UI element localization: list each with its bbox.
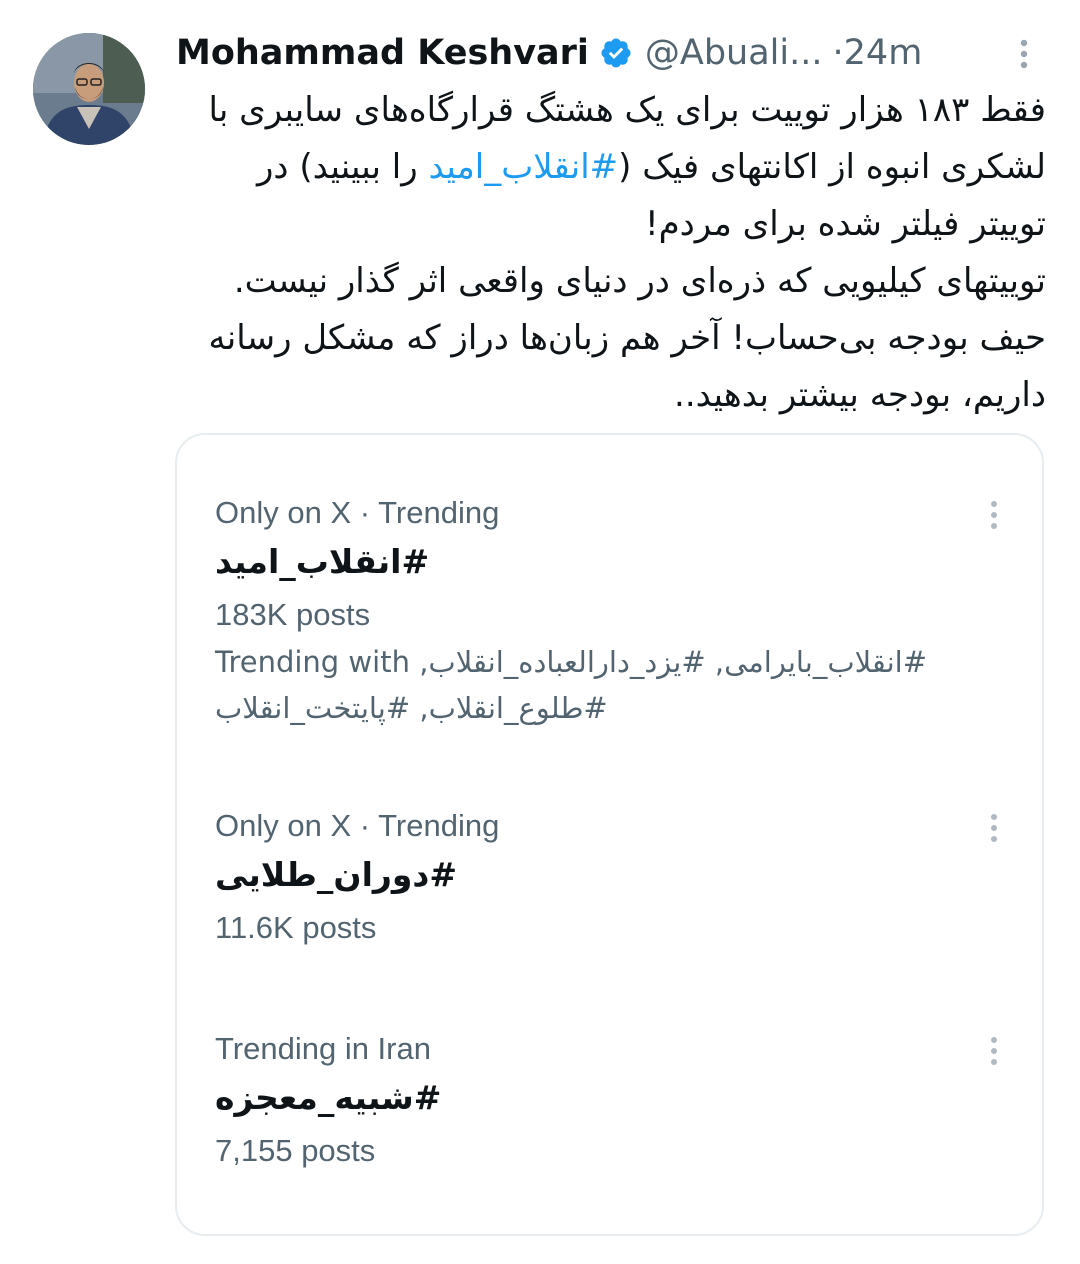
hashtag-link[interactable]: #انقلاب_امید — [428, 147, 618, 187]
tweet-line-6: داریم، بودجه بیشتر بدهید.. — [674, 375, 1046, 415]
trend-more-icon[interactable] — [982, 495, 1006, 535]
trend-post-count: 7,155 posts — [215, 1133, 376, 1168]
tweet-timestamp[interactable]: 24m — [844, 33, 923, 73]
tweet-line-2: لشکری انبوه از اکانتهای فیک (#انقلاب_امی… — [178, 139, 1046, 196]
author-avatar[interactable] — [33, 33, 145, 145]
trending-with-tags-1[interactable]: #انقلاب_بایرامی, #یزد_دارالعباده_انقلاب, — [419, 645, 927, 679]
trending-with-label: Trending with — [215, 645, 410, 679]
tweet-line-2-end: را ببینید) در — [257, 147, 429, 187]
verified-badge-icon — [599, 36, 633, 70]
tweet-body: فقط ۱۸۳ هزار توییت برای یک هشتگ قرارگاه‌… — [178, 82, 1046, 424]
trends-card: Only on X · Trending #انقلاب_امید 183K p… — [175, 433, 1044, 1236]
trend-post-count: 183K posts — [215, 597, 371, 632]
trend-item[interactable]: Only on X · Trending #انقلاب_امید 183K p… — [215, 493, 1015, 731]
tweet-header: Mohammad Keshvari @Abuali... · 24m — [176, 28, 1046, 78]
trend-more-icon[interactable] — [982, 808, 1006, 848]
trend-more-icon[interactable] — [982, 1031, 1006, 1071]
separator-dot: · — [832, 33, 844, 73]
tweet-line-1: فقط ۱۸۳ هزار توییت برای یک هشتگ قرارگاه‌… — [208, 90, 1046, 130]
trend-item[interactable]: Only on X · Trending #دوران_طلایی 11.6K … — [215, 806, 1015, 952]
tweet-line-5: حیف بودجه بی‌حساب! آخر هم زبان‌ها دراز ک… — [208, 318, 1046, 358]
trending-with-line-2: #طلوع_انقلاب, #پایتخت_انقلاب — [215, 685, 1015, 731]
tweet-line-3: توییتر فیلتر شده برای مردم! — [644, 204, 1046, 244]
trend-post-count: 11.6K posts — [215, 910, 377, 945]
trend-meta: Only on X · Trending — [215, 808, 500, 843]
trend-hashtag: #شبیه_معجزه — [215, 1078, 442, 1117]
more-options-icon[interactable] — [1010, 36, 1038, 72]
trending-with: Trending with #انقلاب_بایرامی, #یزد_دارا… — [215, 639, 1015, 685]
trend-meta: Only on X · Trending — [215, 495, 500, 530]
trending-with-tags-2[interactable]: #طلوع_انقلاب, #پایتخت_انقلاب — [215, 691, 608, 725]
tweet-line-2-start: لشکری انبوه از اکانتهای فیک ( — [618, 147, 1046, 187]
author-handle[interactable]: @Abuali... — [645, 33, 823, 73]
trend-hashtag: #انقلاب_امید — [215, 542, 430, 581]
trend-item[interactable]: Trending in Iran #شبیه_معجزه 7,155 posts — [215, 1029, 1015, 1175]
tweet-line-4: توییتهای کیلیویی که ذره‌ای در دنیای واقع… — [233, 261, 1046, 301]
author-name[interactable]: Mohammad Keshvari — [176, 33, 589, 73]
trend-meta: Trending in Iran — [215, 1031, 431, 1066]
trend-hashtag: #دوران_طلایی — [215, 855, 457, 894]
avatar-image — [33, 33, 145, 145]
